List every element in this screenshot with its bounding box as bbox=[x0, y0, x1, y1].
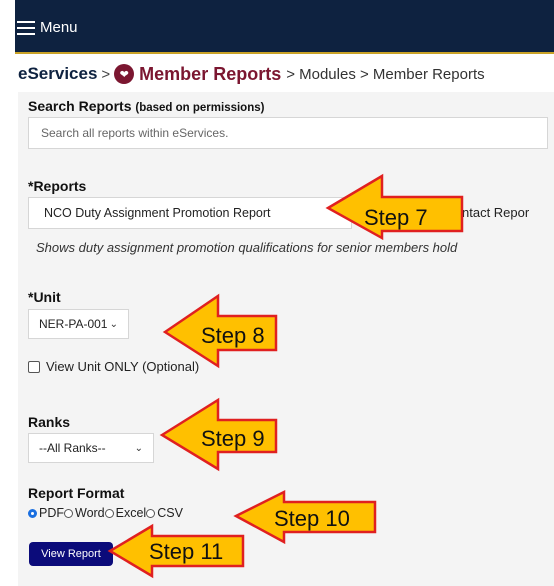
step8-label: Step 8 bbox=[201, 323, 265, 348]
step7-label: Step 7 bbox=[364, 205, 428, 230]
step10-label: Step 10 bbox=[274, 506, 350, 531]
step11-label: Step 11 bbox=[149, 539, 223, 564]
step9-label: Step 9 bbox=[201, 426, 265, 451]
callout-arrows-layer: Step 7 Step 8 Step 9 Step 10 Step 11 bbox=[107, 173, 464, 579]
